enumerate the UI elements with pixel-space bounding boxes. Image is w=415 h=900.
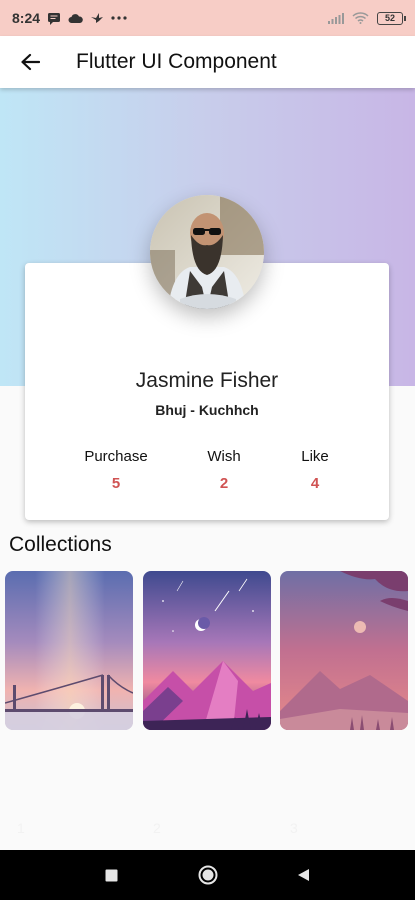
more-dots-icon [111, 16, 127, 20]
back-button[interactable] [2, 36, 58, 88]
system-nav-bar [0, 850, 415, 900]
status-bar: 8:24 52 [0, 0, 415, 36]
signal-icon [328, 13, 344, 24]
app-bar: Flutter UI Component [0, 36, 415, 88]
avatar[interactable] [150, 195, 264, 309]
stat-value: 2 [219, 475, 229, 492]
recents-square-icon [105, 869, 118, 881]
user-name: Jasmine Fisher [135, 369, 279, 392]
system-back-button[interactable] [292, 863, 316, 887]
collections-title: Collections [9, 533, 112, 556]
collection-index: 2 [153, 820, 161, 836]
back-triangle-icon [298, 869, 309, 881]
status-time: 8:24 [12, 10, 41, 26]
home-button[interactable] [196, 863, 220, 887]
collection-card-mountain[interactable] [143, 571, 271, 730]
collection-index: 1 [17, 820, 25, 836]
stat-label: Purchase [84, 448, 148, 465]
user-location: Bhuj - Kuchhch [155, 402, 259, 418]
mountain-night-image [143, 571, 271, 730]
home-circle-icon [198, 865, 217, 885]
stat-like[interactable]: Like 4 [290, 448, 340, 492]
status-left: 8:24 [12, 10, 127, 26]
status-right: 52 [328, 11, 406, 25]
avatar-photo [150, 195, 264, 309]
recents-button[interactable] [100, 863, 124, 887]
battery-indicator: 52 [377, 11, 406, 25]
bird-icon [91, 13, 104, 23]
bridge-sunset-image [5, 571, 133, 730]
stat-label: Wish [207, 448, 241, 465]
stat-value: 5 [111, 475, 121, 492]
collection-card-hills[interactable] [280, 571, 408, 730]
stat-label: Like [301, 448, 329, 465]
app-title: Flutter UI Component [76, 50, 277, 73]
stat-purchase[interactable]: Purchase 5 [84, 448, 148, 492]
stat-wish[interactable]: Wish 2 [198, 448, 250, 492]
collection-card-bridge[interactable] [5, 571, 133, 730]
message-icon [48, 12, 61, 25]
arrow-back-icon [21, 53, 40, 71]
stat-value: 4 [310, 475, 320, 492]
cloud-icon [68, 13, 83, 23]
collection-index: 3 [290, 820, 298, 836]
misty-hills-image [280, 571, 408, 730]
wifi-icon [352, 12, 369, 24]
